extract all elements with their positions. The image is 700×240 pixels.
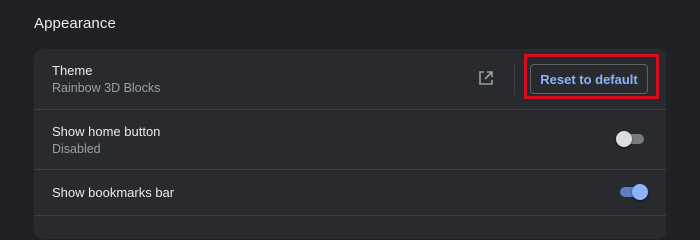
home-button-label: Show home button [52, 124, 161, 139]
settings-page: Appearance Theme Rainbow 3D Blocks Reset… [0, 0, 700, 239]
theme-value: Rainbow 3D Blocks [52, 81, 161, 95]
home-button-row: Show home button Disabled [34, 109, 666, 169]
appearance-card: Theme Rainbow 3D Blocks Reset to default… [34, 49, 666, 239]
section-title: Appearance [34, 15, 116, 32]
reset-to-default-button[interactable]: Reset to default [530, 64, 648, 94]
theme-label: Theme [52, 63, 93, 78]
toggle-knob [616, 131, 632, 147]
bookmarks-bar-toggle[interactable] [618, 183, 648, 201]
home-button-toggle[interactable] [616, 130, 646, 148]
toggle-knob [632, 184, 648, 200]
home-button-status: Disabled [52, 142, 101, 156]
bookmarks-bar-label: Show bookmarks bar [52, 185, 175, 200]
next-setting-row [34, 215, 666, 239]
vertical-divider [514, 63, 515, 95]
bookmarks-bar-row: Show bookmarks bar [34, 169, 666, 215]
open-in-new-icon[interactable] [477, 69, 495, 87]
theme-row: Theme Rainbow 3D Blocks Reset to default [34, 49, 666, 109]
